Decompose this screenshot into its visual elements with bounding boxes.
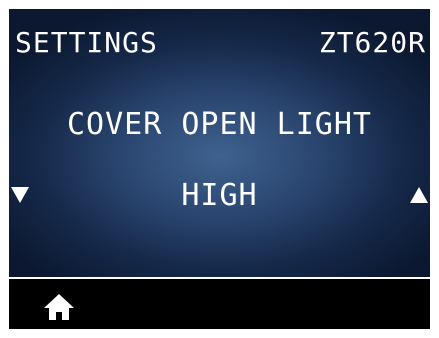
printer-model: ZT620R [318,26,426,59]
home-icon [44,294,74,320]
home-button[interactable] [43,293,75,321]
setting-value: HIGH [181,178,258,213]
triangle-up-icon[interactable] [410,187,428,203]
setting-value-row: HIGH [9,173,430,219]
setting-name: COVER OPEN LIGHT [67,107,372,142]
footer-bar [9,279,430,329]
printer-display: SETTINGS ZT620R COVER OPEN LIGHT HIGH [9,9,430,329]
header-bar: SETTINGS ZT620R [9,23,430,63]
menu-title: SETTINGS [15,26,158,59]
settings-screen: SETTINGS ZT620R COVER OPEN LIGHT HIGH [9,9,430,277]
